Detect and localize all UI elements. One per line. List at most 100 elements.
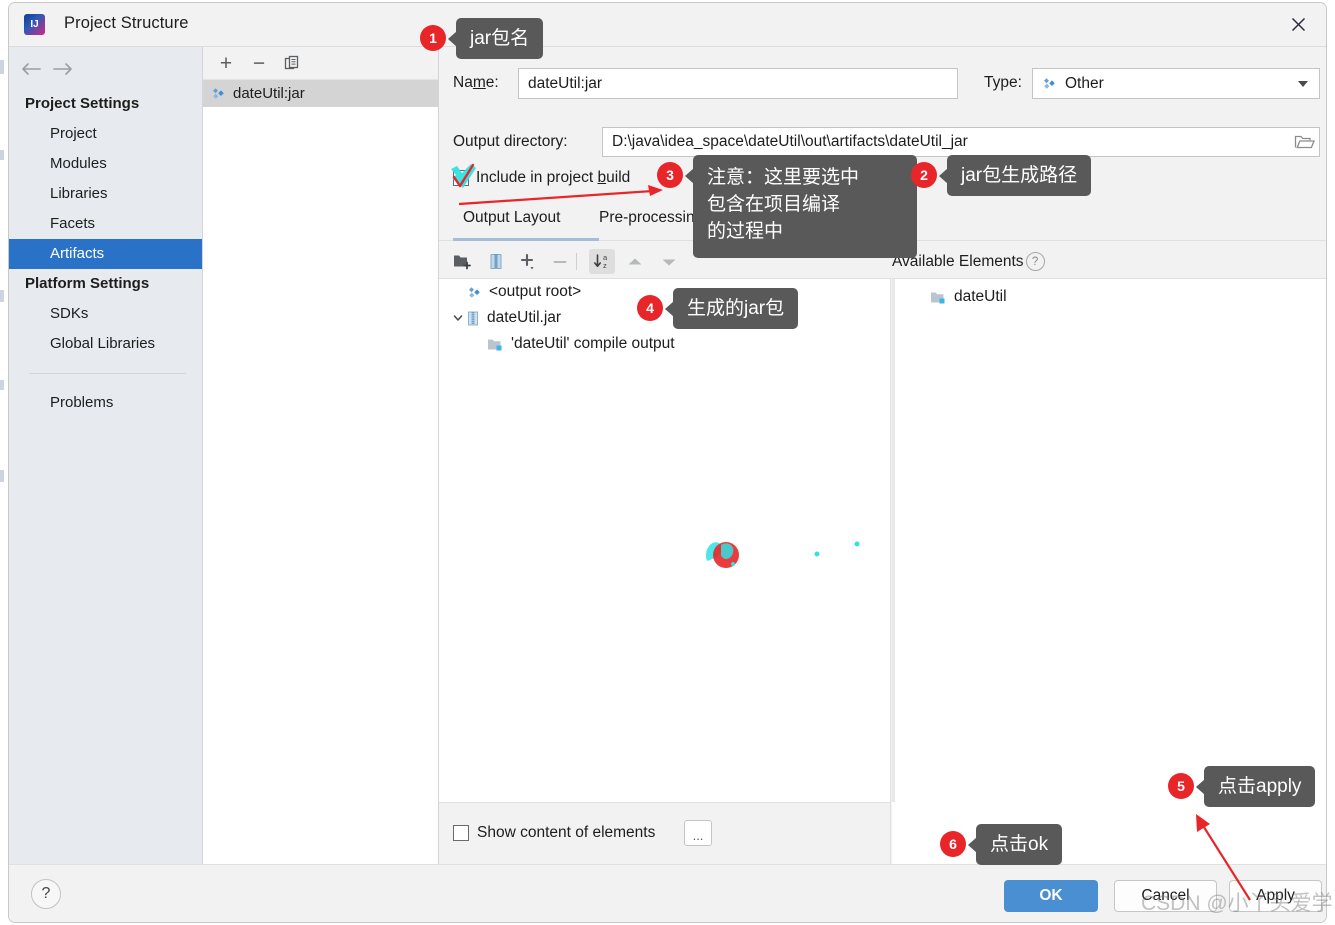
cancel-button[interactable]: Cancel: [1114, 880, 1217, 912]
sidebar-item-facets[interactable]: Facets: [9, 209, 202, 239]
move-up-button[interactable]: [622, 249, 648, 274]
arrow-up-icon: [628, 258, 642, 264]
sidebar-item-problems[interactable]: Problems: [9, 388, 202, 418]
copy-icon[interactable]: [280, 51, 304, 75]
arrow-left-icon[interactable]: [19, 59, 43, 79]
plus-dropdown-icon: [520, 253, 534, 269]
title-bar: Project Structure: [9, 3, 1326, 47]
help-circle-icon[interactable]: ?: [31, 879, 61, 909]
sidebar-item-global-libraries[interactable]: Global Libraries: [9, 329, 202, 359]
sort-button[interactable]: a z: [589, 249, 615, 274]
artifact-diamond-glyph: [213, 88, 224, 99]
jar-archive-icon: [467, 311, 480, 326]
annotation-callout-6: 点击ok: [967, 824, 1063, 865]
type-label: Type:: [984, 74, 1022, 91]
list-item-label: dateUtil: [954, 288, 1007, 305]
page-title: Project Structure: [64, 14, 189, 32]
create-archive-button[interactable]: [483, 249, 509, 274]
add-copy-of-button[interactable]: [516, 249, 542, 274]
artifact-diamond-glyph: [469, 286, 480, 298]
jar-archive-glyph: [468, 311, 478, 325]
help-circle-icon[interactable]: ?: [1025, 252, 1045, 271]
chevron-down-glyph: [453, 315, 463, 321]
folder-open-glyph: [1294, 135, 1315, 149]
annotation-badge-5: 5: [1168, 773, 1194, 799]
annotation-badge-1: 1: [420, 25, 446, 51]
dialog-footer: ? OK Cancel Apply: [9, 864, 1326, 922]
apply-button[interactable]: Apply: [1229, 880, 1322, 912]
arrow-left-glyph: [22, 63, 41, 75]
tab-pre-processing[interactable]: Pre-processing: [599, 209, 703, 237]
name-label: Name:: [453, 74, 499, 91]
project-structure-dialog: Project Structure Project Settings Proje…: [8, 2, 1327, 923]
annotation-callout-2: jar包生成路径: [938, 155, 1092, 196]
annotation-badge-2: 2: [911, 162, 937, 188]
sidebar-item-sdks[interactable]: SDKs: [9, 299, 202, 329]
output-directory-input[interactable]: [602, 127, 1320, 157]
sidebar-item-libraries[interactable]: Libraries: [9, 179, 202, 209]
sidebar-item-artifacts[interactable]: Artifacts: [9, 239, 202, 269]
artifacts-toolbar: + −: [203, 47, 438, 80]
output-directory-label: Output directory:: [453, 133, 568, 150]
arrow-right-icon[interactable]: [51, 59, 75, 79]
sidebar-list: Project Settings Project Modules Librari…: [9, 89, 202, 418]
tab-output-layout[interactable]: Output Layout: [463, 209, 560, 237]
show-content-row: Show content of elements ...: [439, 802, 891, 864]
artifact-type-select[interactable]: Other: [1032, 68, 1320, 99]
annotation-badge-6: 6: [940, 831, 966, 857]
edge-artifact: [0, 470, 4, 482]
nav-arrows: [9, 47, 202, 89]
list-item[interactable]: dateUtil: [892, 284, 1326, 310]
ok-button[interactable]: OK: [1004, 880, 1098, 912]
artifact-diamond-icon: [467, 285, 482, 300]
arrow-right-glyph: [53, 63, 72, 75]
include-in-build-row[interactable]: Include in project build: [453, 169, 630, 187]
include-in-build-label: Include in project build: [476, 169, 631, 186]
create-directory-button[interactable]: [449, 249, 475, 274]
tree-row-label: 'dateUtil' compile output: [511, 335, 675, 352]
annotation-callout-5: 点击apply: [1195, 766, 1316, 807]
annotation-badge-4: 4: [637, 295, 663, 321]
plus-icon[interactable]: +: [214, 51, 238, 75]
active-tab-indicator: [453, 238, 599, 241]
name-row: Name: Type: Other: [439, 68, 1326, 100]
artifacts-list-pane: + − dateUtil:jar: [203, 47, 439, 864]
sidebar-group-platform-settings: Platform Settings: [25, 275, 150, 292]
list-item[interactable]: dateUtil:jar: [203, 80, 438, 107]
tree-row-label: dateUtil.jar: [487, 309, 562, 326]
minus-icon[interactable]: −: [247, 51, 271, 75]
settings-sidebar: Project Settings Project Modules Librari…: [9, 47, 203, 864]
sidebar-group-project-settings: Project Settings: [25, 95, 140, 112]
output-layout-tree: <output root> dateUtil.jar 'dateUtil' co…: [439, 278, 891, 802]
close-glyph: [1291, 17, 1305, 32]
artifact-name-input[interactable]: [518, 68, 958, 99]
scroll-edge: [892, 279, 895, 802]
add-archive-icon: [490, 254, 501, 269]
show-content-label[interactable]: Show content of elements: [477, 824, 655, 842]
chevron-down-icon[interactable]: [449, 312, 467, 324]
sidebar-item-project[interactable]: Project: [9, 119, 202, 149]
tree-row[interactable]: 'dateUtil' compile output: [439, 331, 890, 357]
tree-row-label: <output root>: [489, 283, 582, 300]
available-elements-tree: dateUtil: [892, 278, 1326, 802]
annotation-badge-3: 3: [657, 162, 683, 188]
move-down-button[interactable]: [656, 249, 682, 274]
close-icon[interactable]: [1270, 3, 1326, 46]
sidebar-item-modules[interactable]: Modules: [9, 149, 202, 179]
compile-output-folder-icon: [930, 290, 947, 305]
include-in-build-checkbox[interactable]: [453, 170, 469, 186]
compile-output-folder-glyph: [488, 339, 502, 350]
add-directory-icon: [453, 255, 471, 270]
artifact-type-value: Other: [1065, 74, 1104, 92]
folder-open-icon[interactable]: [1294, 133, 1316, 151]
sort-az-icon: a z: [593, 253, 608, 270]
output-directory-row: Output directory:: [439, 127, 1326, 157]
remove-button[interactable]: [547, 249, 573, 274]
more-options-button[interactable]: ...: [684, 820, 712, 846]
show-content-checkbox[interactable]: [453, 825, 469, 841]
edge-artifact: [0, 60, 4, 74]
annotation-callout-4: 生成的jar包: [664, 288, 799, 329]
annotation-callout-3: 注意：这里要选中 包含在项目编译 的过程中: [685, 155, 917, 258]
artifact-diamond-glyph: [1044, 78, 1055, 89]
edge-artifact: [0, 380, 4, 390]
